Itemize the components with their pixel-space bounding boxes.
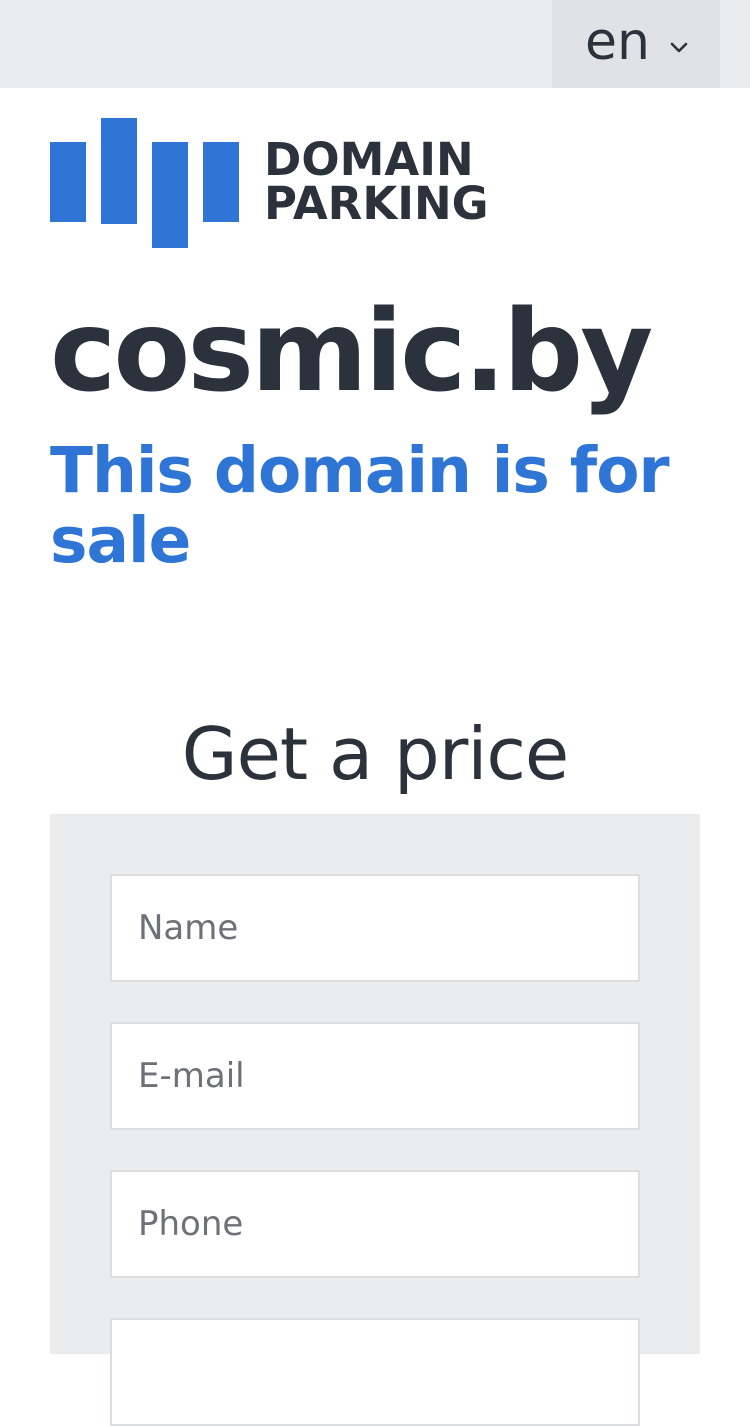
for-sale-subtitle: This domain is for sale <box>50 434 670 577</box>
logo-bars-icon <box>50 118 239 248</box>
logo-line-1: DOMAIN <box>264 133 474 186</box>
phone-input[interactable] <box>110 1170 640 1278</box>
domain-parking-logo: DOMAIN PARKING <box>50 118 510 248</box>
domain-name-heading: cosmic.by <box>50 287 653 417</box>
logo-line-2: PARKING <box>264 177 489 230</box>
logo-text: DOMAIN PARKING <box>264 133 489 230</box>
email-input[interactable] <box>110 1022 640 1130</box>
language-value: en <box>585 12 650 72</box>
top-bar: en <box>0 0 750 88</box>
get-price-title: Get a price <box>181 712 569 796</box>
name-input[interactable] <box>110 874 640 982</box>
price-request-form <box>50 814 700 1426</box>
language-selector[interactable]: en <box>552 0 720 88</box>
message-input[interactable] <box>110 1318 640 1426</box>
chevron-down-icon <box>670 42 688 53</box>
